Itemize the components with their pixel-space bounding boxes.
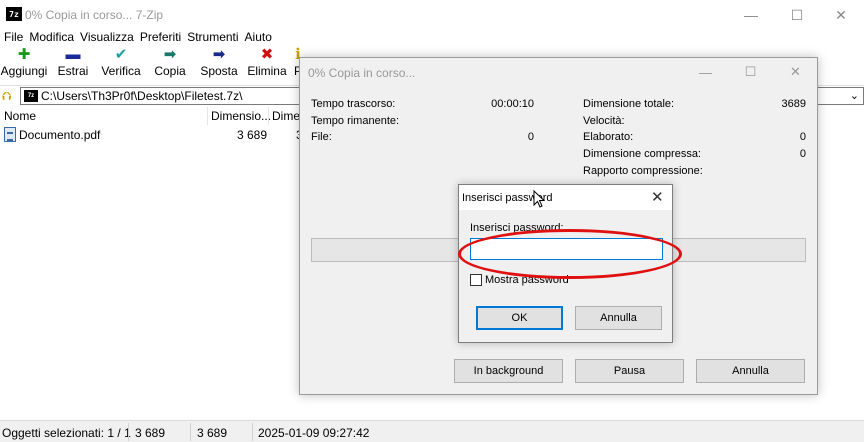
ratio-label: Rapporto compressione: — [583, 165, 703, 177]
move-icon: ➡ — [212, 46, 226, 63]
background-button[interactable]: In background — [454, 359, 563, 383]
copy-button[interactable]: ➡ Copia — [153, 46, 187, 84]
address-path: C:\Users\Th3Pr0f\Desktop\Filetest.7z\ — [41, 89, 243, 103]
maximize-button[interactable]: ☐ — [774, 0, 820, 30]
delete-icon: ✖ — [260, 46, 274, 63]
app-7zip-icon: 7z — [6, 7, 22, 21]
speed-label: Velocità: — [583, 115, 625, 127]
remaining-label: Tempo rimanente: — [311, 115, 400, 127]
password-input[interactable] — [470, 238, 663, 260]
compressed-value: 0 — [799, 148, 806, 160]
window-title: 0% Copia in corso... 7-Zip — [25, 8, 164, 22]
column-size[interactable]: Dimensio... — [211, 109, 271, 123]
password-cancel-button[interactable]: Annulla — [575, 306, 662, 330]
show-password-checkbox[interactable] — [470, 274, 482, 286]
password-titlebar: Inserisci password ✕ — [459, 185, 672, 210]
column-divider[interactable] — [268, 107, 269, 125]
mouse-cursor-icon — [533, 190, 545, 208]
status-size: 3 689 — [135, 426, 166, 440]
menu-visualizza[interactable]: Visualizza — [77, 30, 137, 46]
test-button[interactable]: ✔ Verifica — [101, 46, 141, 84]
menubar: File Modifica Visualizza Preferiti Strum… — [0, 30, 864, 46]
processed-label: Elaborato: — [583, 131, 634, 143]
delete-label: Elimina — [247, 64, 287, 78]
processed-value: 0 — [799, 131, 806, 143]
progress-minimize-button[interactable]: — — [683, 58, 728, 86]
status-bar: Oggetti selezionati: 1 / 1 3 689 3 689 2… — [0, 420, 864, 442]
extract-icon: ▬ — [65, 46, 81, 63]
elapsed-value: 00:00:10 — [491, 98, 534, 110]
progress-maximize-button[interactable]: ☐ — [728, 58, 773, 86]
menu-modifica[interactable]: Modifica — [26, 30, 77, 46]
add-button[interactable]: ✚ Aggiungi — [0, 46, 48, 84]
menu-strumenti[interactable]: Strumenti — [184, 30, 241, 46]
file-count-value: 0 — [527, 131, 534, 143]
file-name: Documento.pdf — [19, 128, 101, 142]
progress-title: 0% Copia in corso... — [308, 66, 416, 80]
copy-icon: ➡ — [163, 46, 177, 63]
move-button[interactable]: ➡ Sposta — [199, 46, 239, 84]
test-icon: ✔ — [114, 46, 128, 63]
move-label: Sposta — [200, 64, 238, 78]
copy-label: Copia — [154, 64, 186, 78]
show-password-label[interactable]: Mostra password — [485, 274, 569, 286]
status-selected: Oggetti selezionati: 1 / 1 — [2, 426, 131, 440]
compressed-label: Dimensione compressa: — [583, 148, 701, 160]
archive-icon: 7z — [24, 90, 38, 102]
extract-label: Estrai — [57, 64, 89, 78]
status-divider — [252, 423, 253, 441]
chevron-down-icon[interactable]: ⌄ — [850, 89, 859, 102]
total-size-value: 3689 — [781, 98, 806, 110]
add-icon: ✚ — [17, 46, 31, 63]
folder-up-icon[interactable]: ⮉ — [2, 89, 11, 104]
extract-button[interactable]: ▬ Estrai — [55, 46, 91, 84]
elapsed-label: Tempo trascorso: — [311, 98, 396, 110]
ok-button[interactable]: OK — [476, 306, 563, 330]
password-dialog: Inserisci password ✕ Inserisci password:… — [458, 184, 673, 343]
add-label: Aggiungi — [0, 64, 48, 78]
menu-aiuto[interactable]: Aiuto — [242, 30, 275, 46]
column-divider[interactable] — [207, 107, 208, 125]
pause-button[interactable]: Pausa — [575, 359, 684, 383]
main-titlebar: 7z 0% Copia in corso... 7-Zip — ☐ ✕ — [0, 0, 864, 30]
column-name[interactable]: Nome — [4, 109, 36, 123]
total-size-label: Dimensione totale: — [583, 98, 675, 110]
status-date: 2025-01-09 09:27:42 — [258, 426, 370, 440]
status-divider — [128, 423, 129, 441]
minimize-button[interactable]: — — [728, 0, 774, 30]
menu-file[interactable]: File — [0, 30, 26, 46]
file-count-label: File: — [311, 131, 332, 143]
password-label: Inserisci password: — [470, 222, 564, 234]
status-divider — [190, 423, 191, 441]
cancel-button[interactable]: Annulla — [696, 359, 805, 383]
menu-preferiti[interactable]: Preferiti — [137, 30, 184, 46]
status-packed: 3 689 — [197, 426, 228, 440]
close-button[interactable]: ✕ — [818, 0, 864, 30]
pdf-file-icon — [4, 127, 16, 142]
password-close-icon[interactable]: ✕ — [651, 188, 664, 206]
delete-button[interactable]: ✖ Elimina — [247, 46, 287, 84]
test-label: Verifica — [101, 64, 141, 78]
file-size: 3 689 — [237, 128, 268, 142]
progress-close-button[interactable]: ✕ — [773, 58, 818, 86]
